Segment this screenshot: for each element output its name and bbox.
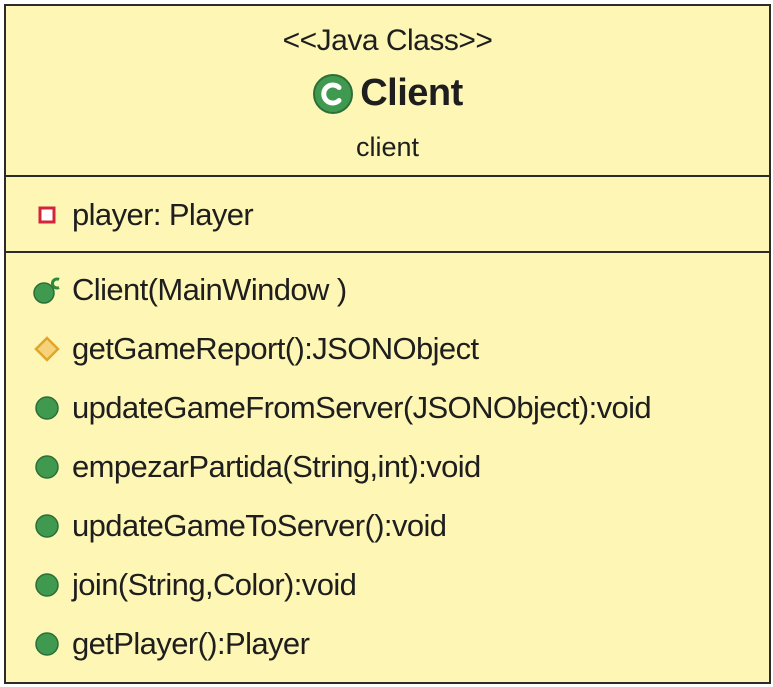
operation-get-game-report[interactable]: getGameReport():JSONObject — [32, 329, 479, 369]
operation-text: updateGameToServer():void — [72, 508, 447, 543]
attribute-text: player: Player — [72, 197, 254, 232]
operation-get-player[interactable]: getPlayer():Player — [32, 624, 310, 664]
constructor-icon — [32, 275, 62, 305]
operation-join[interactable]: join(String,Color):void — [32, 565, 357, 605]
operation-update-game-to-server[interactable]: updateGameToServer():void — [32, 506, 447, 546]
public-method-icon — [32, 452, 62, 482]
operation-text: getGameReport():JSONObject — [72, 331, 479, 366]
operation-text: updateGameFromServer(JSONObject):void — [72, 390, 652, 425]
class-stereotype: <<Java Class>> — [282, 24, 493, 57]
operation-text: join(String,Color):void — [72, 567, 357, 602]
attributes-compartment: player: Player — [6, 177, 769, 253]
public-method-icon — [32, 570, 62, 600]
class-title-row: Client — [6, 72, 769, 115]
operation-text: empezarPartida(String,int):void — [72, 449, 481, 484]
public-method-icon — [32, 511, 62, 541]
operation-empezar-partida[interactable]: empezarPartida(String,int):void — [32, 447, 481, 487]
public-method-icon — [32, 393, 62, 423]
protected-method-icon — [32, 334, 62, 364]
operation-update-game-from-server[interactable]: updateGameFromServer(JSONObject):void — [32, 388, 652, 428]
operation-text: getPlayer():Player — [72, 626, 310, 661]
private-field-icon — [32, 200, 62, 230]
attribute-player[interactable]: player: Player — [32, 195, 254, 235]
operation-text: Client(MainWindow ) — [72, 272, 347, 307]
operation-client-constructor[interactable]: Client(MainWindow ) — [32, 270, 347, 310]
class-name: Client — [360, 72, 463, 114]
class-header: <<Java Class>> Client client — [6, 6, 769, 177]
public-method-icon — [32, 629, 62, 659]
uml-class-box[interactable]: <<Java Class>> Client client player: Pla… — [4, 4, 771, 684]
class-c-icon — [312, 73, 354, 115]
class-package: client — [355, 132, 420, 162]
